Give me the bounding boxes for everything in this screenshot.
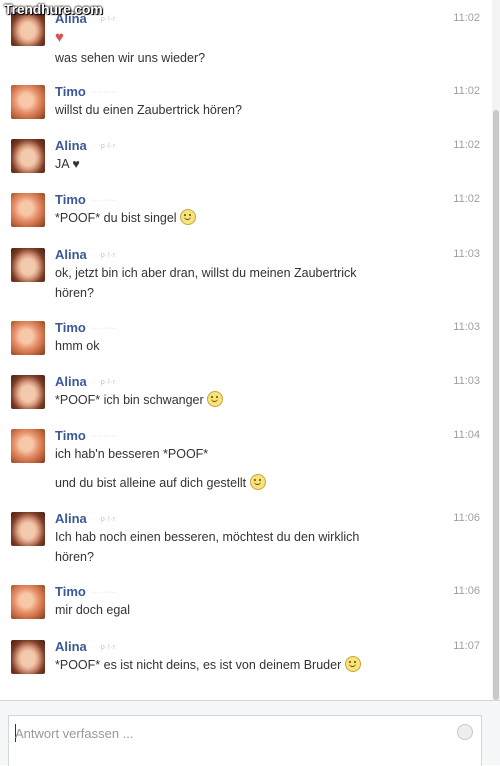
sender-subtitle: · ·p·l·r [92, 379, 116, 386]
heart-emoticon: ♥ [55, 29, 64, 46]
avatar[interactable] [11, 139, 45, 173]
message-text: hören? [55, 550, 94, 564]
sender-name[interactable]: Alina [55, 639, 87, 654]
timestamp: 11:02 [453, 139, 480, 151]
message-text: willst du einen Zaubertrick hören? [55, 103, 242, 117]
sender-name[interactable]: Timo [55, 428, 86, 443]
message-text: was sehen wir uns wieder? [55, 51, 206, 65]
timestamp: 11:04 [453, 429, 480, 441]
message-text: ♥ [55, 28, 64, 48]
avatar[interactable] [11, 12, 45, 46]
smiley-icon [180, 209, 197, 225]
timestamp: 11:07 [453, 640, 480, 652]
message-text: ok, jetzt bin ich aber dran, willst du m… [55, 266, 357, 280]
sender-name[interactable]: Alina [55, 138, 87, 153]
sender-name[interactable]: Timo [55, 584, 86, 599]
sender-subtitle: ········· [91, 89, 118, 96]
sender-subtitle: ········· [91, 197, 118, 204]
sender-name[interactable]: Alina [55, 374, 87, 389]
sender-subtitle: ········· [91, 325, 118, 332]
sender-subtitle: ········· [91, 589, 118, 596]
smiley-icon [207, 391, 224, 407]
sender-name[interactable]: Timo [55, 84, 86, 99]
avatar[interactable] [11, 193, 45, 227]
avatar[interactable] [11, 248, 45, 282]
timestamp: 11:06 [453, 512, 480, 524]
message-text: hören? [55, 286, 94, 300]
sender-subtitle: · ·p·l·r [92, 143, 116, 150]
scrollbar-track[interactable] [492, 0, 500, 700]
avatar[interactable] [11, 375, 45, 409]
sender-name[interactable]: Alina [55, 511, 87, 526]
message-text: mir doch egal [55, 603, 131, 617]
timestamp: 11:03 [453, 248, 480, 260]
message-text-content: *POOF* ich bin schwanger [55, 393, 204, 407]
sender-subtitle: ········· [91, 433, 118, 440]
reply-placeholder: Antwort verfassen ... [15, 726, 134, 741]
timestamp: 11:02 [453, 193, 480, 205]
chat-history[interactable]: Alina · ·p·l·r 11:02 ♥ was sehen wir uns … [0, 0, 490, 700]
sender-subtitle: · ·p·l·r [92, 644, 116, 651]
avatar[interactable] [11, 640, 45, 674]
timestamp: 11:03 [453, 375, 480, 387]
timestamp: 11:06 [453, 585, 480, 597]
emoji-picker-icon[interactable] [457, 724, 473, 740]
avatar[interactable] [11, 585, 45, 619]
scrollbar-thumb[interactable] [493, 110, 499, 700]
message-text: *POOF* du bist singel [55, 208, 197, 228]
timestamp: 11:02 [453, 85, 480, 97]
avatar[interactable] [11, 512, 45, 546]
smiley-icon [249, 474, 266, 490]
message-text-content: *POOF* du bist singel [55, 211, 177, 225]
avatar[interactable] [11, 85, 45, 119]
smiley-icon [344, 656, 361, 672]
sender-name[interactable]: Timo [55, 320, 86, 335]
timestamp: 11:02 [453, 12, 480, 24]
message-text-content: und du bist alleine auf dich gestellt [55, 476, 247, 490]
message-text: ich hab'n besseren *POOF* [55, 447, 209, 461]
avatar[interactable] [11, 429, 45, 463]
sender-name[interactable]: Alina [55, 247, 87, 262]
composer-bar: Antwort verfassen ... [0, 700, 500, 766]
sender-subtitle: · ·p·l·r [92, 516, 116, 523]
sender-name[interactable]: Timo [55, 192, 86, 207]
message-text-content: *POOF* es ist nicht deins, es ist von de… [55, 658, 342, 672]
message-text: und du bist alleine auf dich gestellt [55, 473, 266, 493]
message-text: *POOF* es ist nicht deins, es ist von de… [55, 655, 361, 675]
reply-input[interactable]: Antwort verfassen ... [8, 715, 482, 766]
timestamp: 11:03 [453, 321, 480, 333]
sender-subtitle: · ·p·l·r [92, 16, 116, 23]
watermark-logo: Trendhure.com [4, 1, 103, 17]
message-text: hmm ok [55, 339, 100, 353]
message-text: Ich hab noch einen besseren, möchtest du… [55, 530, 360, 544]
message-text: JA ♥ [55, 157, 80, 171]
message-text: *POOF* ich bin schwanger [55, 390, 224, 410]
avatar[interactable] [11, 321, 45, 355]
sender-subtitle: · ·p·l·r [92, 252, 116, 259]
